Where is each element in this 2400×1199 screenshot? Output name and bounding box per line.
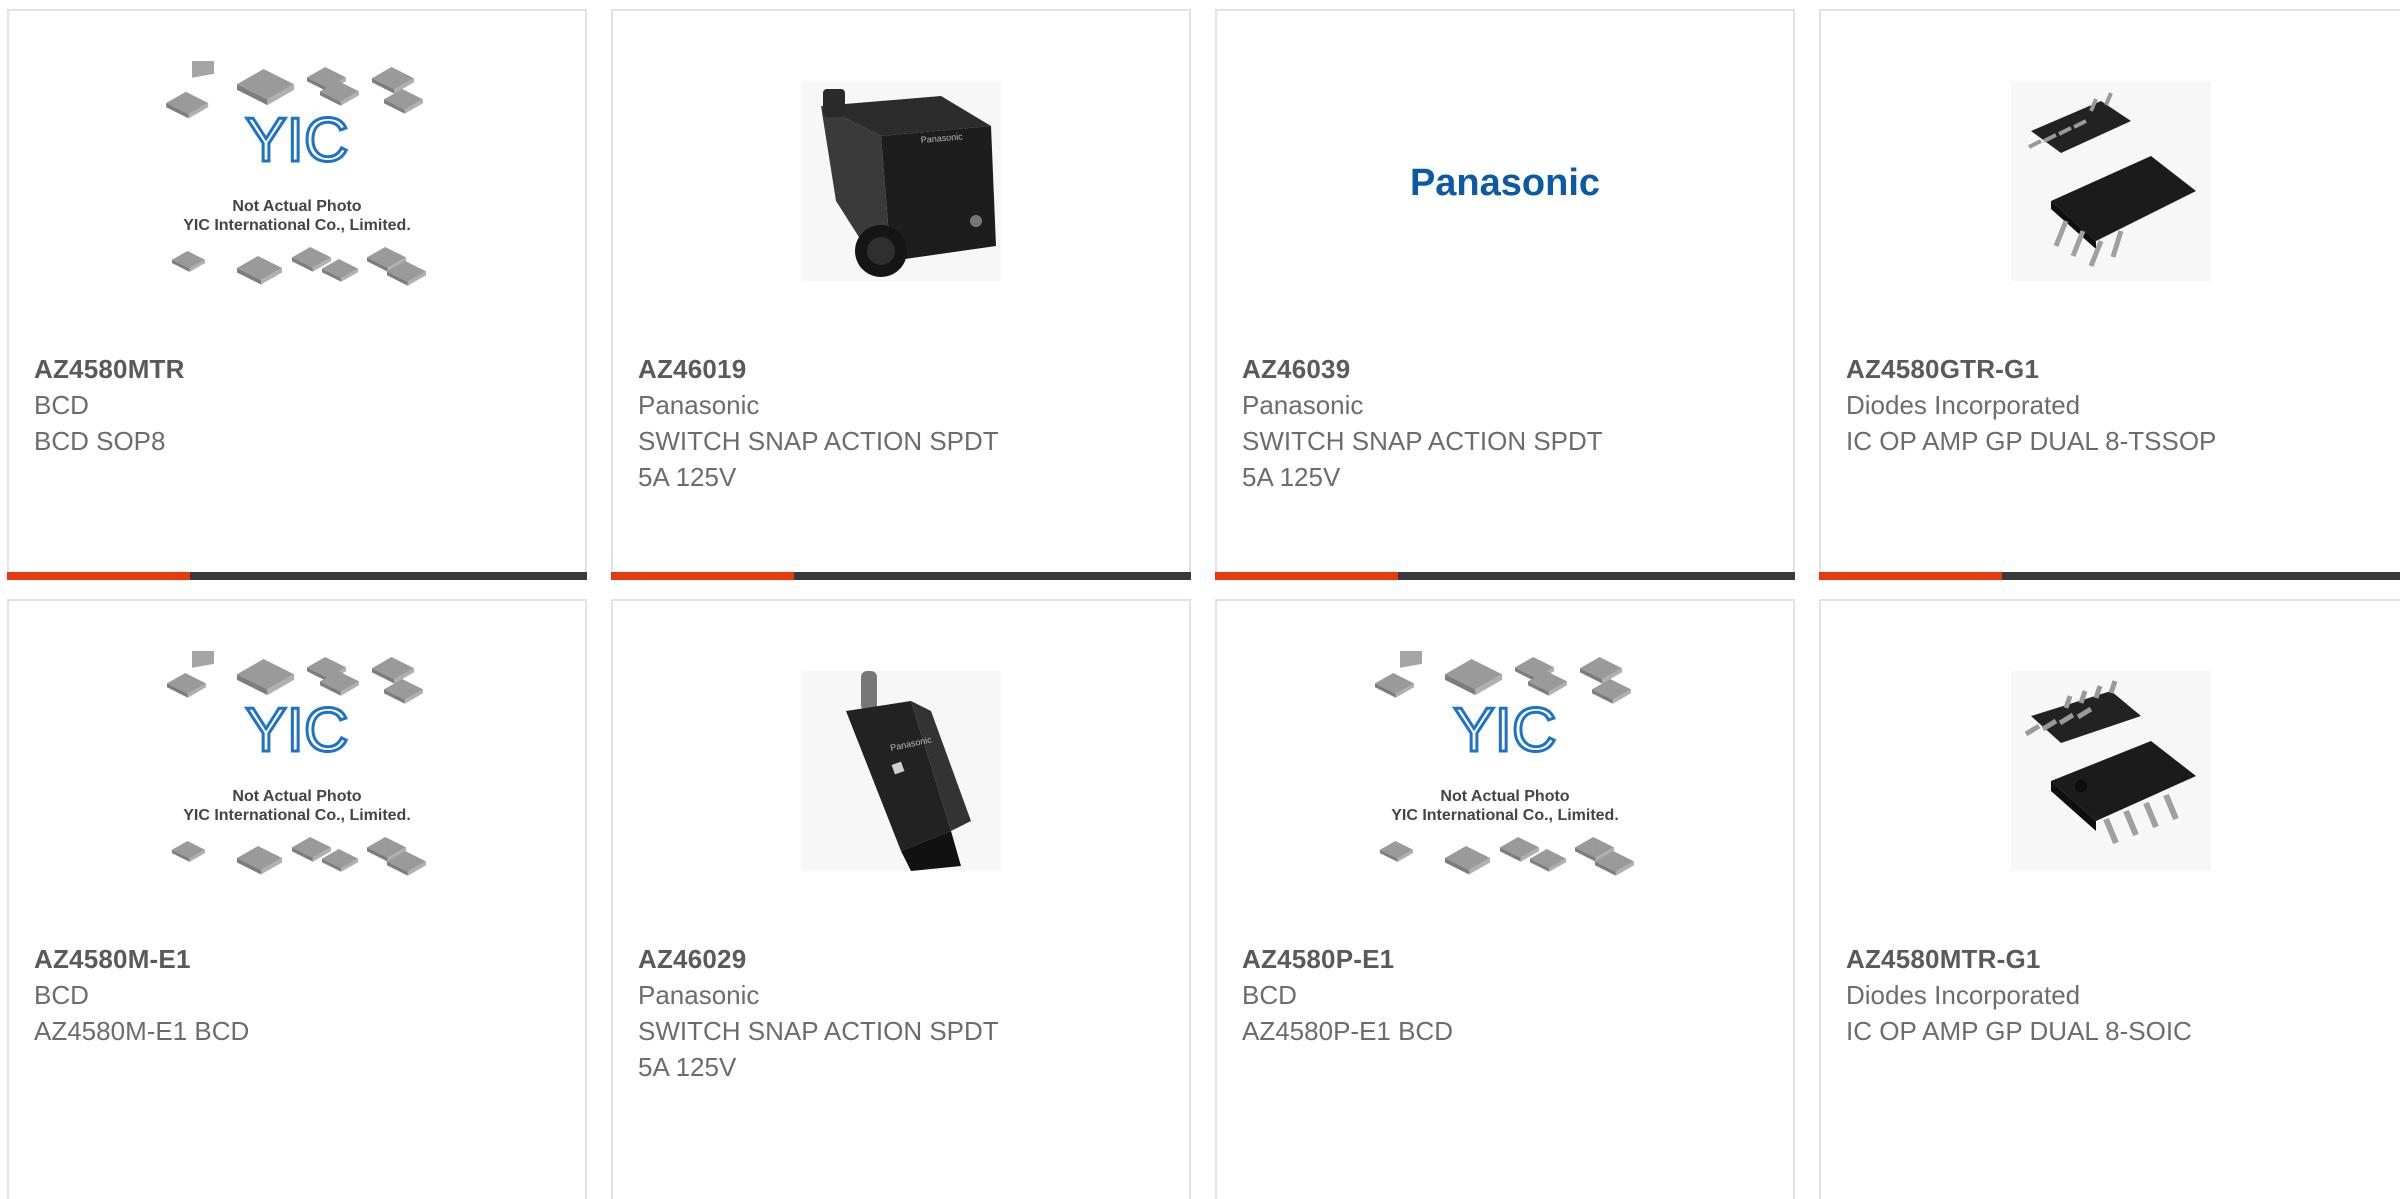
manufacturer: Panasonic <box>638 980 760 1010</box>
yic-logo: YIC <box>245 696 348 765</box>
placeholder-image: YIC Not Actual Photo YIC International C… <box>9 651 585 876</box>
description: AZ4580M-E1 BCD <box>34 1016 250 1046</box>
panasonic-logo-image: Panasonic <box>1217 81 1793 281</box>
placeholder-caption-2: YIC International Co., Limited. <box>183 807 411 824</box>
product-image: Panasonic <box>613 81 1189 281</box>
part-number[interactable]: AZ4580M-E1 <box>34 941 565 977</box>
placeholder-caption-1: Not Actual Photo <box>232 198 361 215</box>
manufacturer: Diodes Incorporated <box>1846 980 2081 1010</box>
description: BCD SOP8 <box>34 426 166 456</box>
part-number[interactable]: AZ46019 <box>638 351 1169 387</box>
placeholder-image: YIC Not Actual Photo YIC International C… <box>9 61 585 286</box>
placeholder-caption-2: YIC International Co., Limited. <box>183 217 411 234</box>
card-bottom-bar <box>611 572 1191 580</box>
card-bottom-bar <box>7 572 587 580</box>
yic-logo: YIC <box>1453 696 1556 765</box>
description: IC OP AMP GP DUAL 8-SOIC <box>1846 1016 2192 1046</box>
product-card[interactable]: Panasonic AZ46019 Panasonic SWITCH SNAP … <box>611 9 1191 580</box>
product-image: Panasonic <box>613 671 1189 871</box>
product-card[interactable]: YIC Not Actual Photo YIC International C… <box>7 599 587 1199</box>
product-card[interactable]: Panasonic AZ46039 Panasonic SWITCH SNAP … <box>1215 9 1795 580</box>
product-card[interactable]: YIC Not Actual Photo YIC International C… <box>1215 599 1795 1199</box>
part-number[interactable]: AZ4580P-E1 <box>1242 941 1773 977</box>
manufacturer: Panasonic <box>1242 390 1364 420</box>
part-number[interactable]: AZ46029 <box>638 941 1169 977</box>
product-card[interactable]: YIC Not Actual Photo YIC International C… <box>7 9 587 580</box>
manufacturer: BCD <box>34 980 89 1010</box>
description: SWITCH SNAP ACTION SPDT 5A 125V <box>1242 426 1603 492</box>
description: SWITCH SNAP ACTION SPDT 5A 125V <box>638 426 999 492</box>
manufacturer: Diodes Incorporated <box>1846 390 2081 420</box>
product-image <box>1821 671 2400 871</box>
manufacturer: BCD <box>34 390 89 420</box>
manufacturer: Panasonic <box>638 390 760 420</box>
card-bottom-bar <box>1215 572 1795 580</box>
placeholder-caption-1: Not Actual Photo <box>1440 788 1569 805</box>
description: SWITCH SNAP ACTION SPDT 5A 125V <box>638 1016 999 1082</box>
yic-logo: YIC <box>245 106 348 175</box>
part-number[interactable]: AZ46039 <box>1242 351 1773 387</box>
placeholder-caption-1: Not Actual Photo <box>232 788 361 805</box>
part-number[interactable]: AZ4580MTR <box>34 351 565 387</box>
part-number[interactable]: AZ4580GTR-G1 <box>1846 351 2380 387</box>
product-image <box>1821 81 2400 281</box>
product-card[interactable]: AZ4580MTR-G1 Diodes Incorporated IC OP A… <box>1819 599 2400 1199</box>
card-bottom-bar <box>1819 572 2400 580</box>
description: AZ4580P-E1 BCD <box>1242 1016 1453 1046</box>
brand-logo-text: Panasonic <box>1410 162 1600 204</box>
part-number[interactable]: AZ4580MTR-G1 <box>1846 941 2380 977</box>
placeholder-caption-2: YIC International Co., Limited. <box>1391 807 1619 824</box>
placeholder-image: YIC Not Actual Photo YIC International C… <box>1217 651 1793 876</box>
description: IC OP AMP GP DUAL 8-TSSOP <box>1846 426 2217 456</box>
product-card[interactable]: Panasonic AZ46029 Panasonic SWITCH SNAP … <box>611 599 1191 1199</box>
product-card[interactable]: AZ4580GTR-G1 Diodes Incorporated IC OP A… <box>1819 9 2400 580</box>
manufacturer: BCD <box>1242 980 1297 1010</box>
